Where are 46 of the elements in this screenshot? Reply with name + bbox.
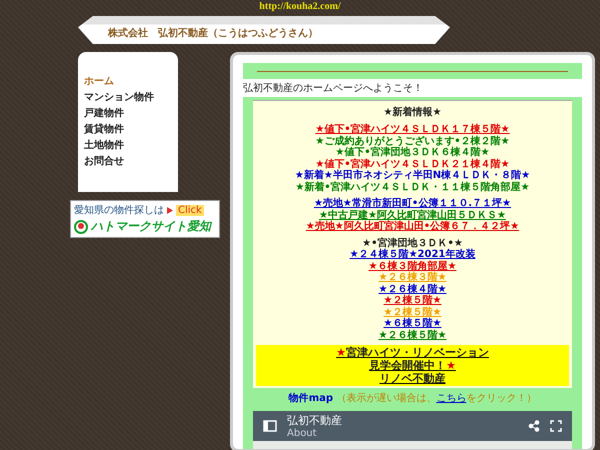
logo-icon bbox=[74, 220, 88, 234]
promo-text[interactable]: 宮津ハイツ・リノベーション bbox=[346, 346, 489, 359]
news-link[interactable]: ★２６棟５階★ bbox=[378, 330, 446, 341]
ad-banner[interactable]: 愛知県の物件探しは Click ハトマークサイト愛知 bbox=[70, 200, 220, 238]
banner-caption: 愛知県の物件探しは bbox=[74, 204, 164, 217]
news-link[interactable]: ★６棟３階角部屋★ bbox=[368, 260, 456, 272]
menu-item[interactable]: ホーム bbox=[84, 74, 172, 88]
news-link[interactable]: ★売地★常滑市新田町•公簿１１０.７１坪★ bbox=[314, 198, 512, 210]
banner-name: ハトマークサイト愛知 bbox=[91, 218, 211, 235]
about-link[interactable]: About bbox=[287, 428, 518, 439]
site-url[interactable]: http://kouha2.com/ bbox=[259, 0, 341, 13]
map-title: 弘初不動産 bbox=[287, 413, 343, 428]
sidebar-icon[interactable] bbox=[263, 420, 277, 432]
news-link[interactable]: ★２棟５階★ bbox=[384, 295, 442, 306]
site-title: 株式会社 弘初不動産（こうはつふどうさん） bbox=[78, 16, 450, 44]
news-item: ★•宮津団地３ＤＫ•★ bbox=[362, 238, 463, 248]
promo-text[interactable]: リノベ不動産 bbox=[380, 372, 446, 385]
menu-item[interactable]: マンション物件 bbox=[84, 90, 172, 104]
map-note: （表示が遅い場合は、こちら をクリック！） bbox=[336, 393, 536, 404]
promo-box[interactable]: ★宮津ハイツ・リノベーション 見学会開催中！★ リノベ不動産 bbox=[256, 345, 569, 386]
triangle-icon bbox=[167, 206, 173, 214]
menu-item[interactable]: 土地物件 bbox=[84, 138, 172, 152]
news-heading: ★新着情報★ bbox=[384, 105, 442, 119]
promo-text[interactable]: ★ bbox=[446, 359, 456, 372]
promo-text[interactable]: ★ bbox=[336, 346, 346, 359]
click-label: Click bbox=[176, 204, 204, 216]
fullscreen-icon[interactable] bbox=[550, 420, 562, 432]
menu-item[interactable]: 戸建物件 bbox=[84, 106, 172, 120]
map-label[interactable]: 物件map bbox=[288, 393, 334, 404]
news-item: ★新着•宮津ハイツ４ＳＬＤＫ・１１棟５階角部屋★ bbox=[295, 182, 530, 193]
news-link[interactable]: ★売地★阿久比町宮津山田•公簿６７．４２坪★ bbox=[306, 221, 520, 232]
news-link[interactable]: ★２６棟４階★ bbox=[378, 284, 446, 295]
news-link[interactable]: ★値下•宮津ハイツ４ＳＬＤＫ１７棟５階★ bbox=[315, 124, 510, 136]
news-item: ★値下•宮津団地３ＤＫ６棟４階★ bbox=[335, 147, 490, 158]
welcome-text: 弘初不動産のホームページへようこそ！ bbox=[243, 82, 424, 96]
menu-item[interactable]: お問合せ bbox=[84, 154, 172, 168]
menu-item[interactable]: 賃貸物件 bbox=[84, 122, 172, 136]
news-link[interactable]: ★６棟５階★ bbox=[384, 318, 442, 330]
share-icon[interactable] bbox=[528, 420, 540, 432]
news-link[interactable]: ★中古戸建★阿久比町宮津山田５ＤＫＳ★ bbox=[319, 210, 506, 221]
promo-text[interactable]: 見学会開催中！ bbox=[369, 359, 446, 372]
news-item: ★新着★半田市ネオシティ半田N棟４ＬＤＫ・８階★ bbox=[294, 170, 530, 181]
news-item: ★値下•宮津ハイツ４ＳＬＤＫ２１棟４階★ bbox=[315, 158, 510, 170]
news-link[interactable]: ★２４棟５階★2021年改装 bbox=[350, 249, 476, 260]
here-link[interactable]: こちら bbox=[436, 393, 466, 404]
news-item: ★ご成約ありがとうございます•２棟２階★ bbox=[315, 136, 510, 146]
